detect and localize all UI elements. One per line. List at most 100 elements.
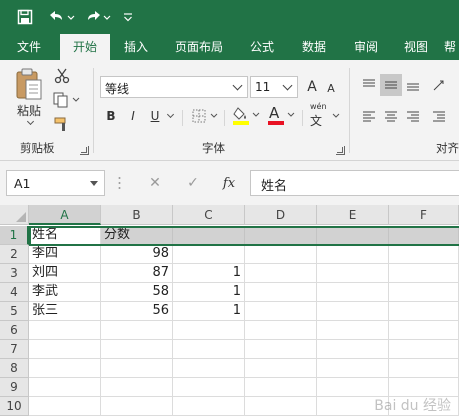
tab-view[interactable]: 视图 — [396, 34, 436, 60]
tab-review[interactable]: 审阅 — [344, 34, 388, 60]
align-right-icon[interactable] — [402, 106, 424, 128]
cell-c8[interactable] — [173, 359, 245, 378]
paste-icon[interactable] — [12, 66, 46, 102]
cell-b6[interactable] — [101, 321, 173, 340]
cell-a2[interactable]: 李四 — [29, 245, 101, 264]
tab-insert[interactable]: 插入 — [114, 34, 158, 60]
cell-b7[interactable] — [101, 340, 173, 359]
cell-f4[interactable] — [389, 283, 459, 302]
format-painter-icon[interactable] — [52, 114, 72, 134]
cell-b3[interactable]: 87 — [101, 264, 173, 283]
font-name-dropdown[interactable]: 等线 — [100, 76, 248, 98]
select-all-button[interactable] — [0, 205, 29, 225]
column-header-f[interactable]: F — [389, 205, 459, 225]
cell-a8[interactable] — [29, 359, 101, 378]
tab-page-layout[interactable]: 页面布局 — [166, 34, 232, 60]
cell-e4[interactable] — [317, 283, 389, 302]
bold-button[interactable]: B — [102, 106, 120, 126]
column-header-a[interactable]: A — [29, 205, 101, 225]
cell-c9[interactable] — [173, 378, 245, 397]
cell-a9[interactable] — [29, 378, 101, 397]
cell-e3[interactable] — [317, 264, 389, 283]
formula-input[interactable]: 姓名 — [250, 170, 459, 196]
cell-c10[interactable] — [173, 397, 245, 416]
cell-b4[interactable]: 58 — [101, 283, 173, 302]
cell-c4[interactable]: 1 — [173, 283, 245, 302]
cell-c5[interactable]: 1 — [173, 302, 245, 321]
underline-dropdown-chevron-icon[interactable] — [164, 110, 175, 122]
cell-b5[interactable]: 56 — [101, 302, 173, 321]
row-header-2[interactable]: 2 — [0, 245, 29, 264]
column-header-b[interactable]: B — [101, 205, 173, 225]
row-header-4[interactable]: 4 — [0, 283, 29, 302]
row-header-6[interactable]: 6 — [0, 321, 29, 340]
italic-button[interactable]: I — [124, 106, 142, 126]
cell-d6[interactable] — [245, 321, 317, 340]
redo-icon[interactable] — [84, 6, 114, 28]
cell-c1[interactable] — [173, 226, 245, 245]
orientation-icon[interactable] — [428, 74, 450, 96]
align-top-icon[interactable] — [358, 74, 380, 96]
cell-f1[interactable] — [389, 226, 459, 245]
tab-data[interactable]: 数据 — [292, 34, 336, 60]
paste-dropdown-chevron-icon[interactable] — [24, 117, 35, 128]
cell-e1[interactable] — [317, 226, 389, 245]
cell-f7[interactable] — [389, 340, 459, 359]
row-header-8[interactable]: 8 — [0, 359, 29, 378]
cell-f8[interactable] — [389, 359, 459, 378]
cell-d2[interactable] — [245, 245, 317, 264]
cell-a10[interactable] — [29, 397, 101, 416]
insert-function-button[interactable]: fx — [216, 173, 242, 193]
cell-f2[interactable] — [389, 245, 459, 264]
borders-button[interactable] — [190, 106, 222, 126]
phonetic-guide-button[interactable]: wén 文 — [308, 102, 342, 128]
align-left-icon[interactable] — [358, 106, 380, 128]
paste-button[interactable]: 粘贴 — [10, 102, 48, 118]
cell-a6[interactable] — [29, 321, 101, 340]
cell-d4[interactable] — [245, 283, 317, 302]
name-box[interactable]: A1 — [6, 170, 105, 196]
cell-b9[interactable] — [101, 378, 173, 397]
cell-c7[interactable] — [173, 340, 245, 359]
cell-d3[interactable] — [245, 264, 317, 283]
save-icon[interactable] — [14, 6, 36, 28]
tab-help[interactable]: 帮 — [440, 34, 459, 60]
cell-a4[interactable]: 李武 — [29, 283, 101, 302]
cell-e8[interactable] — [317, 359, 389, 378]
font-launcher-icon[interactable] — [336, 146, 345, 155]
cell-c6[interactable] — [173, 321, 245, 340]
cell-d8[interactable] — [245, 359, 317, 378]
fill-color-button[interactable] — [231, 104, 263, 128]
cut-icon[interactable] — [52, 66, 72, 86]
column-header-d[interactable]: D — [245, 205, 317, 225]
cell-c3[interactable]: 1 — [173, 264, 245, 283]
cell-a1[interactable]: 姓名 — [29, 226, 101, 245]
grow-font-button[interactable]: A — [303, 76, 321, 98]
cell-d10[interactable] — [245, 397, 317, 416]
cell-a3[interactable]: 刘四 — [29, 264, 101, 283]
tab-file[interactable]: 文件 — [6, 34, 52, 60]
cell-b2[interactable]: 98 — [101, 245, 173, 264]
row-header-1[interactable]: 1 — [0, 226, 29, 245]
enter-entry-button[interactable]: ✓ — [180, 173, 206, 193]
cell-f3[interactable] — [389, 264, 459, 283]
row-header-10[interactable]: 10 — [0, 397, 29, 416]
row-header-3[interactable]: 3 — [0, 264, 29, 283]
clipboard-launcher-icon[interactable] — [80, 146, 89, 155]
font-color-button[interactable]: A — [266, 104, 298, 128]
formula-bar-grip[interactable] — [118, 175, 121, 191]
cell-a7[interactable] — [29, 340, 101, 359]
cell-b8[interactable] — [101, 359, 173, 378]
align-middle-icon[interactable] — [380, 74, 402, 96]
tab-formulas[interactable]: 公式 — [240, 34, 284, 60]
tab-home[interactable]: 开始 — [60, 34, 110, 60]
cell-d1[interactable] — [245, 226, 317, 245]
cell-b1[interactable]: 分数 — [101, 226, 173, 245]
cell-e2[interactable] — [317, 245, 389, 264]
underline-button[interactable]: U — [146, 106, 164, 126]
column-header-c[interactable]: C — [173, 205, 245, 225]
shrink-font-button[interactable]: A — [323, 78, 339, 98]
cell-c2[interactable] — [173, 245, 245, 264]
font-size-dropdown[interactable]: 11 — [250, 76, 298, 98]
cancel-entry-button[interactable]: ✕ — [142, 173, 168, 193]
